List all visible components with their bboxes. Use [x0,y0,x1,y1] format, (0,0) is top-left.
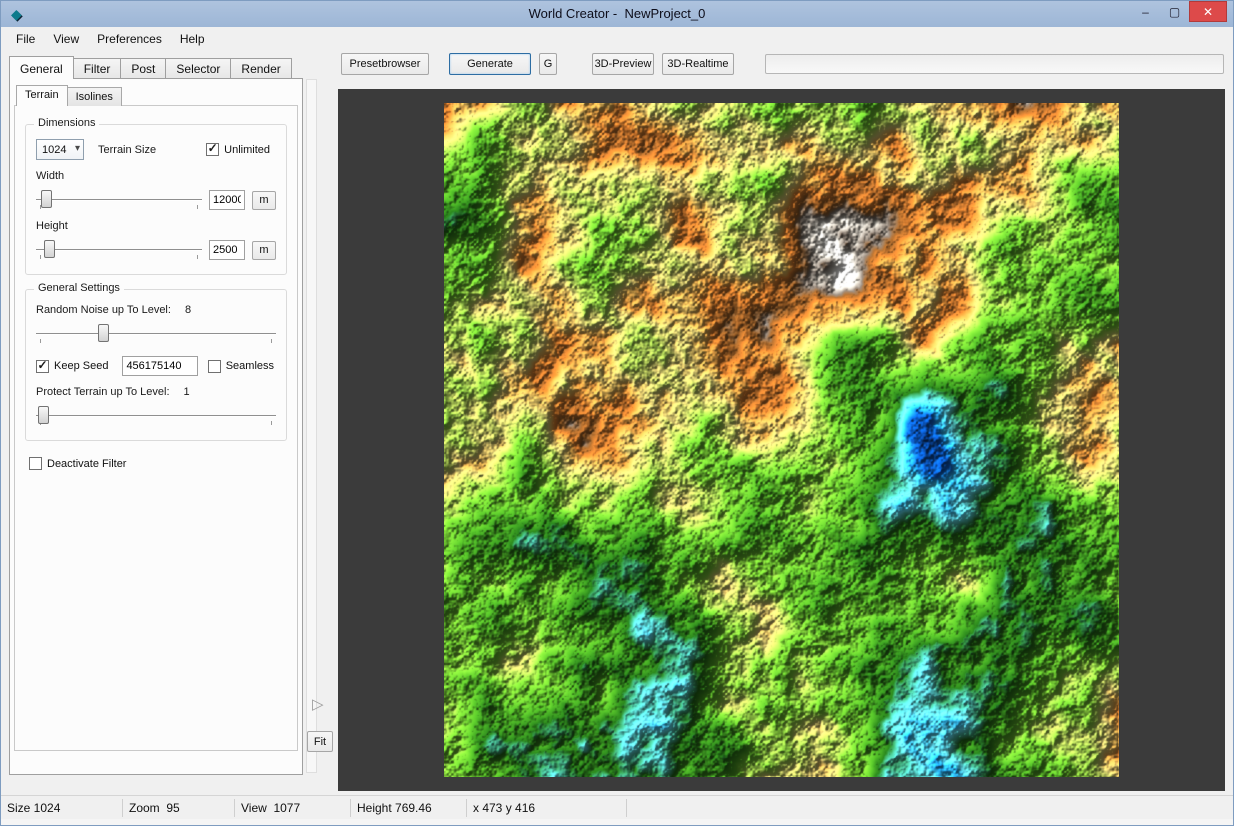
status-zoom: Zoom 95 [123,799,235,817]
random-noise-value: 8 [185,304,191,316]
tab-render[interactable]: Render [230,58,291,79]
random-noise-label: Random Noise up To Level: [36,304,171,316]
height-label: Height [36,220,276,232]
keep-seed-checkbox-box: ✓ [36,360,49,373]
minimize-button[interactable]: – [1131,1,1160,22]
check-icon: ✓ [37,360,47,371]
height-slider[interactable] [36,238,202,262]
collapse-panel-arrow-icon[interactable]: ▷ [312,695,324,713]
window-bottom-edge [1,819,1233,825]
check-icon: ✓ [208,143,218,154]
general-tab-page: Terrain Isolines Dimensions 1024 ▾ Terra… [9,78,303,775]
protect-terrain-label: Protect Terrain up To Level: [36,386,170,398]
splitter-handle[interactable] [306,79,317,773]
height-unit-button[interactable]: m [252,241,276,260]
unlimited-checkbox[interactable]: ✓ Unlimited [206,143,270,156]
width-slider-thumb[interactable] [41,190,52,208]
seed-input[interactable] [122,356,198,376]
progress-bar [765,54,1224,74]
seamless-checkbox[interactable]: ✓ Seamless [208,360,274,373]
status-height: Height 769.46 [351,799,467,817]
keep-seed-checkbox[interactable]: ✓ Keep Seed [36,360,108,373]
splitter-gutter: ▷ Fit [303,79,338,795]
g-button[interactable]: G [539,53,557,75]
terrain-tab-page: Dimensions 1024 ▾ Terrain Size ✓ Unlimit… [14,105,298,751]
settings-panel: Terrain Isolines Dimensions 1024 ▾ Terra… [1,79,303,795]
fit-button[interactable]: Fit [307,731,333,752]
slider-track [36,333,276,334]
terrain-size-label: Terrain Size [98,144,156,156]
random-noise-slider[interactable] [36,322,276,346]
close-button[interactable]: ✕ [1189,1,1227,22]
window-controls: – ▢ ✕ [1131,1,1227,23]
protect-terrain-slider[interactable] [36,404,276,428]
menu-preferences[interactable]: Preferences [88,29,171,49]
keep-seed-label: Keep Seed [54,360,108,372]
general-settings-group: General Settings Random Noise up To Leve… [25,289,287,441]
height-slider-thumb[interactable] [44,240,55,258]
statusbar: Size 1024 Zoom 95 View 1077 Height 769.4… [1,795,1233,819]
chevron-down-icon: ▾ [75,143,80,154]
window-title: World Creator - NewProject_0 [1,6,1233,21]
width-input[interactable] [209,190,245,210]
status-size: Size 1024 [1,799,123,817]
dimensions-group: Dimensions 1024 ▾ Terrain Size ✓ Unlimit… [25,124,287,275]
viewport [338,89,1225,791]
terrain-size-select[interactable]: 1024 ▾ [36,139,84,160]
tab-isolines[interactable]: Isolines [67,87,122,106]
status-view: View 1077 [235,799,351,817]
deactivate-filter-label: Deactivate Filter [47,458,126,470]
tab-selector[interactable]: Selector [165,58,231,79]
menu-file[interactable]: File [7,29,44,49]
generate-button[interactable]: Generate [449,53,531,75]
slider-track [36,415,276,416]
unlimited-checkbox-box: ✓ [206,143,219,156]
general-settings-legend: General Settings [34,282,124,294]
width-slider[interactable] [36,188,202,212]
deactivate-filter-checkbox-box: ✓ [29,457,42,470]
tab-terrain[interactable]: Terrain [16,85,68,106]
3d-realtime-button[interactable]: 3D-Realtime [662,53,734,75]
width-label: Width [36,170,276,182]
slider-track [36,249,202,250]
titlebar: ◆ World Creator - NewProject_0 – ▢ ✕ [1,1,1233,27]
terrain-size-value: 1024 [42,144,66,156]
3d-preview-button[interactable]: 3D-Preview [592,53,654,75]
seamless-label: Seamless [226,360,274,372]
terrain-canvas[interactable] [444,103,1119,777]
status-coords: x 473 y 416 [467,799,627,817]
ribbon: General Filter Post Selector Render Pres… [1,51,1233,79]
dimensions-legend: Dimensions [34,117,99,129]
tab-filter[interactable]: Filter [73,58,122,79]
protect-terrain-slider-thumb[interactable] [38,406,49,424]
sub-tabstrip: Terrain Isolines [14,85,298,106]
menu-help[interactable]: Help [171,29,214,49]
main-tabstrip: General Filter Post Selector Render [1,56,303,79]
unlimited-label: Unlimited [224,144,270,156]
width-unit-button[interactable]: m [252,191,276,210]
menubar: File View Preferences Help [1,27,1233,51]
height-input[interactable] [209,240,245,260]
app-window: ◆ World Creator - NewProject_0 – ▢ ✕ Fil… [0,0,1234,826]
maximize-button[interactable]: ▢ [1160,1,1189,22]
seamless-checkbox-box: ✓ [208,360,221,373]
tab-post[interactable]: Post [120,58,166,79]
deactivate-filter-checkbox[interactable]: ✓ Deactivate Filter [29,457,126,470]
slider-track [36,199,202,200]
toolbar: Presetbrowser Generate G 3D-Preview 3D-R… [303,51,1233,79]
menu-view[interactable]: View [44,29,88,49]
content-area: Terrain Isolines Dimensions 1024 ▾ Terra… [1,79,1233,795]
protect-terrain-value: 1 [184,386,190,398]
random-noise-slider-thumb[interactable] [98,324,109,342]
presetbrowser-button[interactable]: Presetbrowser [341,53,429,75]
tab-general[interactable]: General [9,56,74,79]
